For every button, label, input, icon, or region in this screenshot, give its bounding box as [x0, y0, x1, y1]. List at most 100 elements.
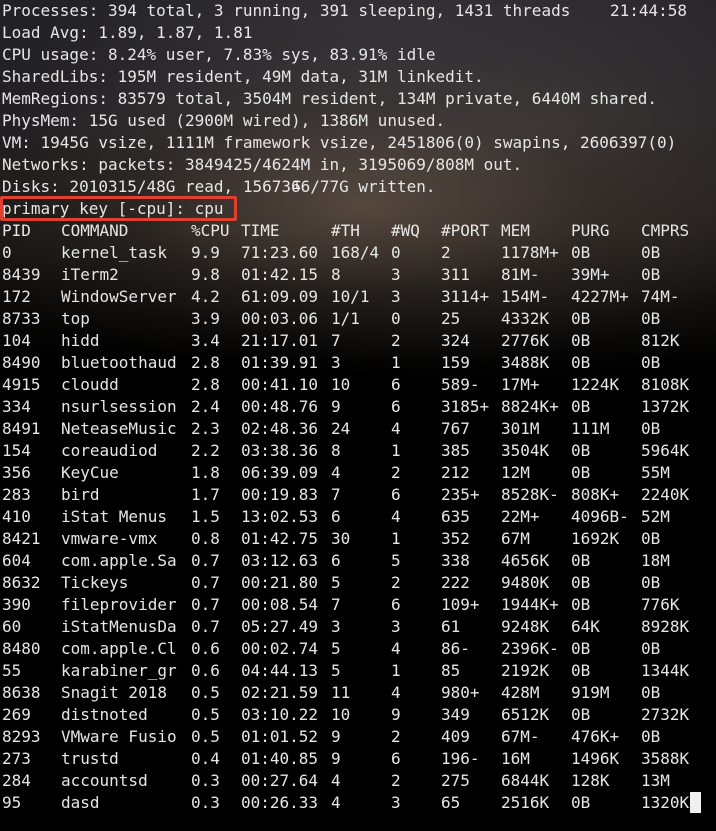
process-cpu-cell: 3.4: [191, 331, 220, 350]
process-mem-cell: 6512K: [501, 705, 550, 724]
process-compressed-cell: 0B: [641, 573, 661, 592]
process-pid-cell: 8632: [2, 573, 41, 592]
processes-summary-line: Processes: 394 total, 3 running, 391 sle…: [2, 1, 571, 20]
process-compressed-cell: 55M: [641, 463, 670, 482]
process-cpu-cell: 0.6: [191, 661, 220, 680]
process-compressed-cell: 0B: [641, 353, 661, 372]
process-row: 284 accountsd 0.3 00:27.64 4 2 275 6844K 128K 13M: [0, 770, 716, 792]
process-pid-cell: 604: [2, 551, 31, 570]
process-row: 8632 Tickeys 0.7 00:21.80 5 2 222 9480K 0B 0B: [0, 572, 716, 594]
process-purgeable-cell: 0B: [571, 353, 591, 372]
process-ports-cell: 196-: [441, 749, 480, 768]
process-cpu-cell: 9.8: [191, 265, 220, 284]
process-command-cell: iStatMenusDa: [61, 617, 177, 636]
process-pid-cell: 8480: [2, 639, 41, 658]
process-pid-cell: 8733: [2, 309, 41, 328]
process-cpu-cell: 1.5: [191, 507, 220, 526]
process-compressed-cell: 3588K: [641, 749, 690, 768]
header-ports: #PORT: [441, 221, 490, 240]
process-mem-cell: 9480K: [501, 573, 550, 592]
process-ports-cell: 25: [441, 309, 461, 328]
process-pid-cell: 390: [2, 595, 31, 614]
process-threads-cell: 4: [331, 463, 341, 482]
sort-key-prompt[interactable]: primary key [-cpu]: cpu: [2, 198, 224, 220]
process-mem-cell: 1178M+: [501, 243, 559, 262]
process-cpu-cell: 0.7: [191, 617, 220, 636]
process-ports-cell: 324: [441, 331, 470, 350]
process-mem-cell: 6844K: [501, 771, 550, 790]
process-purgeable-cell: 0B: [571, 463, 591, 482]
process-pid-cell: 172: [2, 287, 31, 306]
process-row: 283 bird 1.7 00:19.83 7 6 235+ 8528K- 808K+ 2240K: [0, 484, 716, 506]
process-threads-cell: 9: [331, 727, 341, 746]
process-mem-cell: 8528K-: [501, 485, 559, 504]
process-workqueue-cell: 9: [391, 705, 401, 724]
process-workqueue-cell: 3: [391, 617, 401, 636]
process-ports-cell: 409: [441, 727, 470, 746]
process-cpu-cell: 3.9: [191, 309, 220, 328]
process-row: 8439 iTerm2 9.8 01:42.15 8 3 311 81M- 39M+ 0B: [0, 264, 716, 286]
process-command-cell: trustd: [61, 749, 119, 768]
terminal-window[interactable]: Processes: 394 total, 3 running, 391 sle…: [0, 0, 716, 831]
process-ports-cell: 65: [441, 793, 461, 812]
process-pid-cell: 8439: [2, 265, 41, 284]
process-row: 95 dasd 0.3 00:26.33 4 3 65 2516K 0B 1320K: [0, 792, 716, 814]
process-pid-cell: 269: [2, 705, 31, 724]
process-purgeable-cell: 1692K: [571, 529, 620, 548]
process-time-cell: 03:38.36: [241, 441, 319, 460]
process-threads-cell: 8: [331, 441, 341, 460]
process-compressed-cell: 1320K: [641, 793, 690, 812]
process-purgeable-cell: 0B: [571, 705, 591, 724]
process-cpu-cell: 9.9: [191, 243, 220, 262]
process-row: 8638 Snagit 2018 0.5 02:21.59 11 4 980+ 428M 919…: [0, 682, 716, 704]
process-threads-cell: 9: [331, 749, 341, 768]
process-cpu-cell: 0.5: [191, 705, 220, 724]
process-compressed-cell: 52M: [641, 507, 670, 526]
process-cpu-cell: 0.6: [191, 639, 220, 658]
process-ports-cell: 86-: [441, 639, 470, 658]
process-workqueue-cell: 5: [391, 551, 401, 570]
process-time-cell: 03:10.22: [241, 705, 319, 724]
process-time-cell: 02:48.36: [241, 419, 319, 438]
process-mem-cell: 3504K: [501, 441, 550, 460]
header-cpu: %CPU: [191, 221, 230, 240]
process-threads-cell: 7: [331, 595, 341, 614]
process-pid-cell: 283: [2, 485, 31, 504]
process-cpu-cell: 0.4: [191, 749, 220, 768]
process-mem-cell: 9248K: [501, 617, 550, 636]
process-row: 60 iStatMenusDa 0.7 05:27.49 3 3 61 9248K 64K 892…: [0, 616, 716, 638]
process-time-cell: 00:48.76: [241, 397, 319, 416]
process-ports-cell: 222: [441, 573, 470, 592]
process-purgeable-cell: 39M+: [571, 265, 610, 284]
process-purgeable-cell: 64K: [571, 617, 600, 636]
process-cpu-cell: 0.8: [191, 529, 220, 548]
process-time-cell: 01:39.91: [241, 353, 319, 372]
process-purgeable-cell: 0B: [571, 793, 591, 812]
process-ports-cell: 635: [441, 507, 470, 526]
process-compressed-cell: 0B: [641, 419, 661, 438]
process-pid-cell: 356: [2, 463, 31, 482]
process-row: 604 com.apple.Sa 0.7 03:12.63 6 5 338 4656K 0B 18…: [0, 550, 716, 572]
process-command-cell: bluetoothaud: [61, 353, 177, 372]
process-row: 356 KeyCue 1.8 06:39.09 4 2 212 12M 0B 55M: [0, 462, 716, 484]
process-ports-cell: 85: [441, 661, 461, 680]
process-time-cell: 00:19.83: [241, 485, 319, 504]
process-time-cell: 00:21.80: [241, 573, 319, 592]
process-row: 8733 top 3.9 00:03.06 1/1 0 25 4332K 0B 0B: [0, 308, 716, 330]
process-command-cell: nsurlsession: [61, 397, 177, 416]
process-command-cell: dasd: [61, 793, 100, 812]
process-time-cell: 02:21.59: [241, 683, 319, 702]
process-cpu-cell: 2.3: [191, 419, 220, 438]
process-compressed-cell: 8108K: [641, 375, 690, 394]
process-pid-cell: 8293: [2, 727, 41, 746]
process-compressed-cell: 0B: [641, 529, 661, 548]
process-cpu-cell: 0.3: [191, 793, 220, 812]
process-purgeable-cell: 0B: [571, 639, 591, 658]
process-threads-cell: 6: [331, 507, 341, 526]
process-mem-cell: 12M: [501, 463, 530, 482]
process-mem-cell: 2192K: [501, 661, 550, 680]
process-compressed-cell: 0B: [641, 683, 661, 702]
process-workqueue-cell: 0: [391, 309, 401, 328]
process-pid-cell: 104: [2, 331, 31, 350]
process-command-cell: com.apple.Sa: [61, 551, 177, 570]
